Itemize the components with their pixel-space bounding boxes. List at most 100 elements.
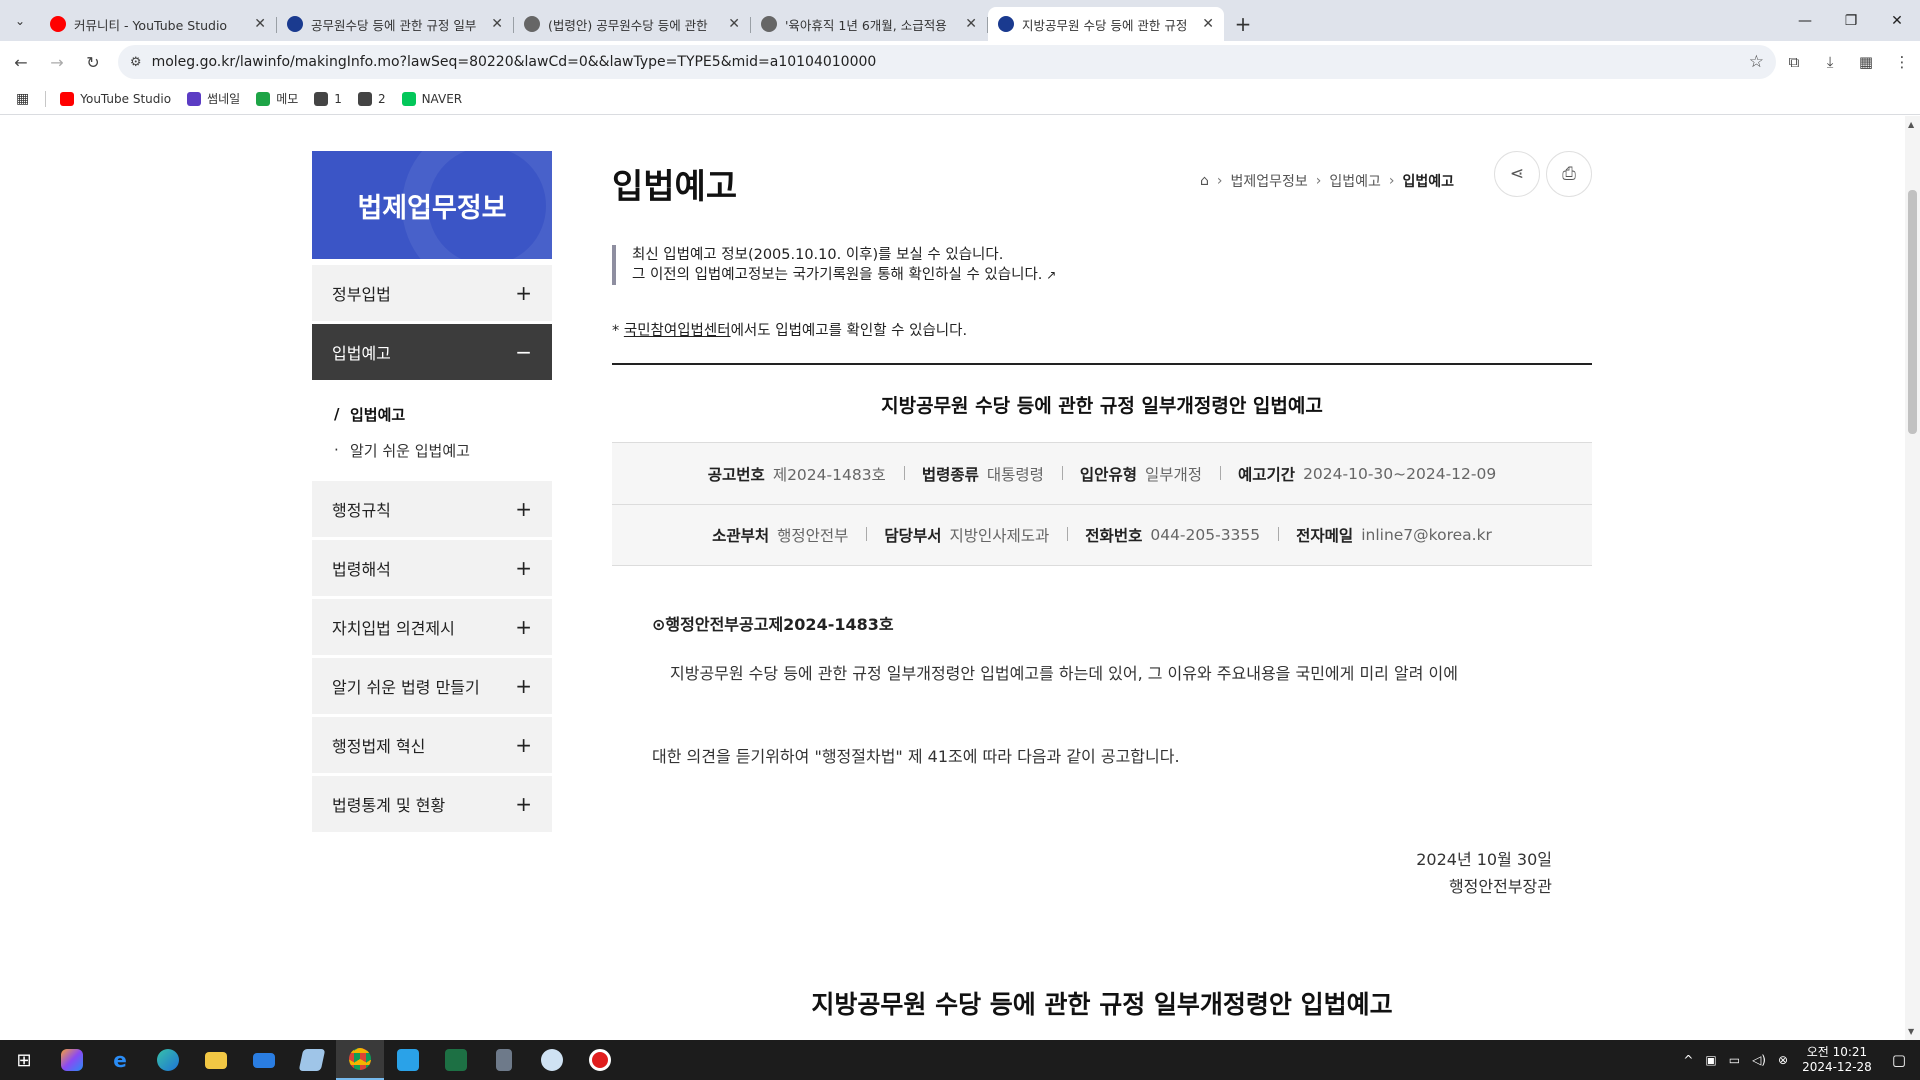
collapse-icon[interactable]: − <box>515 340 532 364</box>
status-icon[interactable]: ⊗ <box>1778 1053 1788 1067</box>
network-icon[interactable]: ▭ <box>1729 1053 1740 1067</box>
tray-expand-icon[interactable]: ^ <box>1683 1053 1693 1067</box>
back-icon[interactable]: ← <box>6 47 36 77</box>
page-scrollbar[interactable]: ▲ ▼ <box>1905 116 1920 1040</box>
notes-icon[interactable] <box>288 1040 336 1080</box>
bookmark-item[interactable]: NAVER <box>401 91 462 106</box>
forward-icon[interactable]: → <box>42 47 72 77</box>
tab-close-icon[interactable]: ✕ <box>965 16 977 32</box>
bookmark-item[interactable]: 2 <box>357 91 386 106</box>
browser-tab[interactable]: 커뮤니티 - YouTube Studio ✕ <box>40 7 277 41</box>
edge-icon[interactable] <box>144 1040 192 1080</box>
download-icon[interactable]: ⤓ <box>1812 47 1848 77</box>
scroll-up-icon[interactable]: ▲ <box>1908 120 1914 129</box>
expand-icon[interactable]: + <box>515 497 532 521</box>
scroll-down-icon[interactable]: ▼ <box>1908 1027 1914 1036</box>
external-link-icon[interactable]: ↗ <box>1042 268 1056 282</box>
sidebar-subitem[interactable]: · 알기 쉬운 입법예고 <box>334 432 552 468</box>
profile-icon[interactable]: ▦ <box>1848 47 1884 77</box>
file-explorer-icon[interactable] <box>192 1040 240 1080</box>
ie-icon[interactable]: e <box>96 1040 144 1080</box>
excel-icon[interactable] <box>432 1040 480 1080</box>
breadcrumb-current: 입법예고 <box>1402 174 1454 190</box>
info-key: 예고기간 <box>1238 465 1296 484</box>
tab-title: 지방공무원 수당 등에 관한 규정 <box>1022 17 1188 33</box>
sidebar-item[interactable]: 행정규칙 + <box>312 481 552 537</box>
bookmark-item[interactable]: YouTube Studio <box>60 91 172 106</box>
browser-tab[interactable]: 지방공무원 수당 등에 관한 규정 ✕ <box>988 7 1224 41</box>
browser-tab[interactable]: 공무원수당 등에 관한 규정 일부 ✕ <box>277 7 514 41</box>
tab-close-icon[interactable]: ✕ <box>1202 16 1214 32</box>
start-icon[interactable]: ⊞ <box>0 1040 48 1080</box>
sidebar-subitem-label: 입법예고 <box>350 405 406 424</box>
home-icon[interactable]: ⌂ <box>1200 173 1209 189</box>
info-key: 전화번호 <box>1085 527 1143 545</box>
print-button[interactable]: ⎙ <box>1546 151 1592 197</box>
bookmark-item[interactable]: 1 <box>314 91 342 106</box>
mail-icon[interactable] <box>240 1040 288 1080</box>
scroll-thumb[interactable] <box>1908 190 1917 434</box>
sidebar-item-label: 행정법제 혁신 <box>332 737 426 756</box>
tray-app-icon[interactable]: ▣ <box>1705 1053 1716 1067</box>
bookmark-item[interactable]: 썸네일 <box>187 90 240 107</box>
expand-icon[interactable]: + <box>515 281 532 305</box>
sidebar-item-open[interactable]: 입법예고 − <box>312 324 552 380</box>
tab-close-icon[interactable]: ✕ <box>491 16 503 32</box>
browser-tab[interactable]: (법령안) 공무원수당 등에 관한 ✕ <box>514 7 751 41</box>
site-info-icon[interactable]: ⚙ <box>130 55 142 70</box>
info-value: inline7@korea.kr <box>1361 526 1492 544</box>
sidebar-item-label: 행정규칙 <box>332 501 391 520</box>
sidebar-item[interactable]: 법령해석 + <box>312 540 552 596</box>
expand-icon[interactable]: + <box>515 733 532 757</box>
expand-icon[interactable]: + <box>515 615 532 639</box>
sidebar-item[interactable]: 행정법제 혁신 + <box>312 717 552 773</box>
expand-icon[interactable]: + <box>515 674 532 698</box>
extensions-icon[interactable]: ⧉ <box>1776 47 1812 77</box>
address-bar[interactable]: ⚙ moleg.go.kr/lawinfo/makingInfo.mo?lawS… <box>117 45 1777 79</box>
volume-icon[interactable]: ◁) <box>1752 1053 1766 1067</box>
bookmark-icon <box>60 91 75 106</box>
sidebar-item[interactable]: 법령통계 및 현황 + <box>312 776 552 832</box>
sidebar-item[interactable]: 정부입법 + <box>312 265 552 321</box>
sidebar-item[interactable]: 자치입법 의견제시 + <box>312 599 552 655</box>
center-link[interactable]: 국민참여입법센터 <box>624 323 731 339</box>
breadcrumb-item[interactable]: 입법예고 <box>1329 171 1381 191</box>
minimize-icon[interactable]: — <box>1782 0 1828 41</box>
expand-icon[interactable]: + <box>515 556 532 580</box>
sidebar-subitem[interactable]: / 입법예고 <box>334 396 552 432</box>
current-marker-icon: / <box>334 405 340 423</box>
notification-icon[interactable]: ▢ <box>1892 1051 1906 1069</box>
close-window-icon[interactable]: ✕ <box>1874 0 1920 41</box>
sidebar-item[interactable]: 알기 쉬운 법령 만들기 + <box>312 658 552 714</box>
calculator-icon[interactable] <box>480 1040 528 1080</box>
info-value: 2024-10-30~2024-12-09 <box>1303 464 1497 483</box>
browser-tab[interactable]: '육아휴직 1년 6개월, 소급적용 ✕ <box>751 7 988 41</box>
record-icon[interactable] <box>576 1040 624 1080</box>
new-tab-button[interactable]: + <box>1225 7 1261 41</box>
expand-icon[interactable]: + <box>515 792 532 816</box>
copilot-icon[interactable] <box>48 1040 96 1080</box>
chrome-icon[interactable] <box>336 1040 384 1080</box>
info-row: 소관부처 행정안전부 담당부서 지방인사제도과 전화번호 044-205-3355 전자메일… <box>612 504 1592 565</box>
bookmark-icon <box>357 91 372 106</box>
info-value: 행정안전부 <box>777 527 849 545</box>
tab-strip: ⌄ 커뮤니티 - YouTube Studio ✕ 공무원수당 등에 관한 규정 일… <box>0 0 1920 41</box>
share-button[interactable]: ⋖ <box>1494 151 1540 197</box>
breadcrumb-item[interactable]: 법제업무정보 <box>1230 171 1307 191</box>
store-icon[interactable] <box>384 1040 432 1080</box>
clock[interactable]: 오전 10:21 2024-12-28 <box>1802 1045 1872 1075</box>
tab-close-icon[interactable]: ✕ <box>254 16 266 32</box>
bookmark-item[interactable]: 메모 <box>256 90 298 107</box>
bookmark-label: YouTube Studio <box>80 91 172 106</box>
note-line: 그 이전의 입법예고정보는 국가기록원을 통해 확인하실 수 있습니다. <box>632 267 1043 283</box>
tab-search-icon[interactable]: ⌄ <box>0 0 40 41</box>
url-text[interactable]: moleg.go.kr/lawinfo/makingInfo.mo?lawSeq… <box>152 54 1749 70</box>
paint-icon[interactable] <box>528 1040 576 1080</box>
menu-icon[interactable]: ⋮ <box>1884 47 1920 77</box>
tab-close-icon[interactable]: ✕ <box>728 16 740 32</box>
reload-icon[interactable]: ↻ <box>78 47 108 77</box>
info-value: 대통령령 <box>986 465 1044 484</box>
bookmark-star-icon[interactable]: ☆ <box>1749 52 1764 72</box>
restore-icon[interactable]: ❐ <box>1828 0 1874 41</box>
apps-grid-icon[interactable]: ▦ <box>16 91 29 107</box>
